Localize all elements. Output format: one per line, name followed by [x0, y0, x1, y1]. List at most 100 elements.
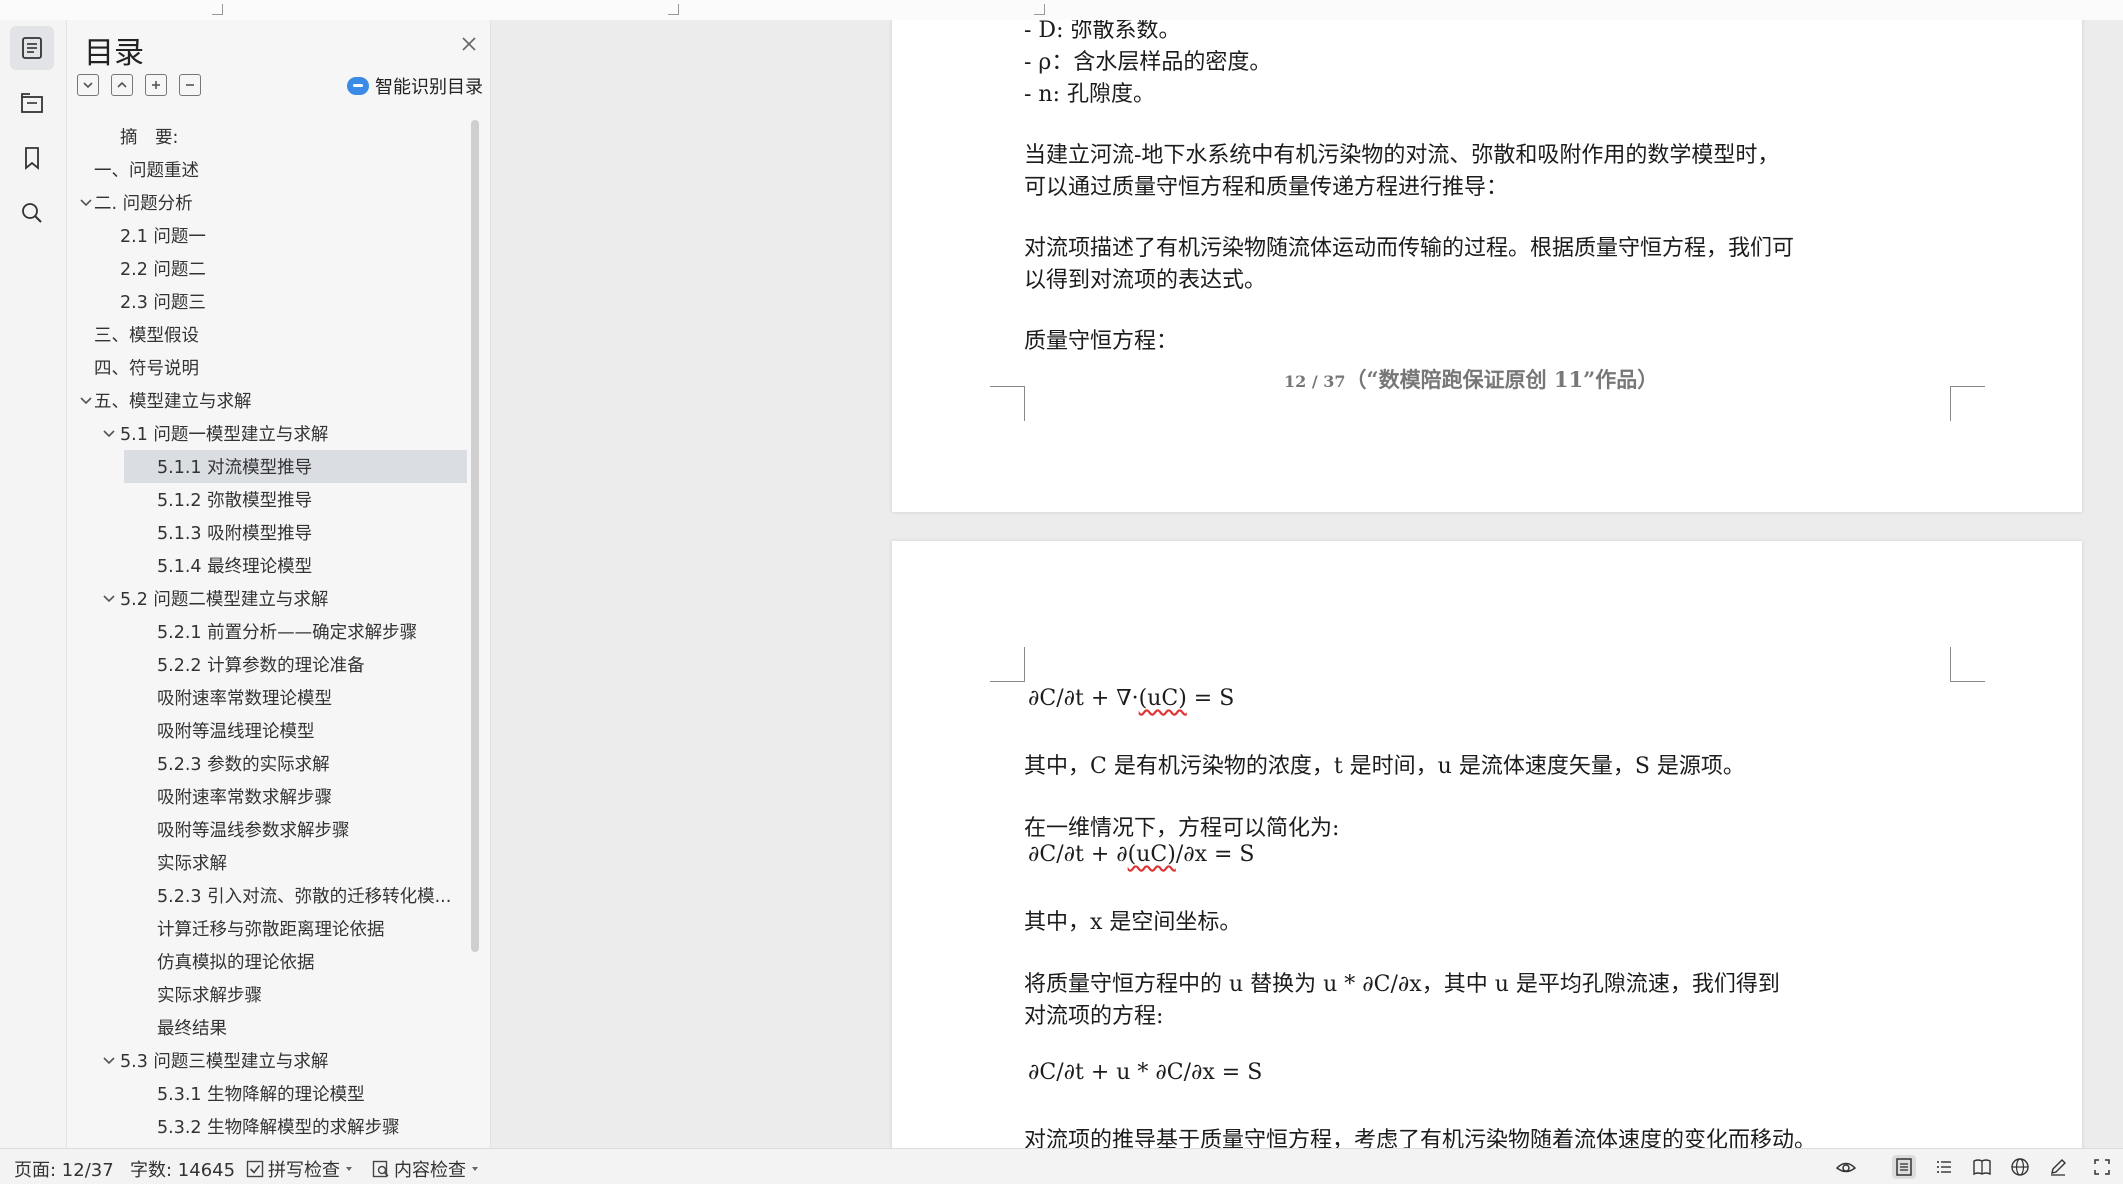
- chevron-down-icon[interactable]: [78, 393, 94, 409]
- doc-line: 质量守恒方程：: [1024, 329, 1179, 354]
- bookmark-panel-button[interactable]: [10, 136, 54, 180]
- collapse-all-button[interactable]: [111, 74, 133, 96]
- doc-line: 可以通过质量守恒方程和质量传递方程进行推导：: [1024, 175, 1509, 200]
- chevron-down-icon[interactable]: [101, 426, 117, 442]
- page-corner-mark: [1950, 386, 1985, 421]
- toc-item[interactable]: 吸附等温线参数求解步骤: [67, 813, 467, 846]
- write-mode-button[interactable]: [2046, 1155, 2070, 1179]
- page-corner-mark: [990, 647, 1025, 682]
- plus-icon: [152, 81, 160, 89]
- document-page-12: - D: 弥散系数。 - ρ：含水层样品的密度。 - n: 孔隙度。 当建立河流…: [892, 20, 2082, 512]
- book-icon: [1973, 1159, 1991, 1176]
- toc-item[interactable]: 吸附速率常数理论模型: [67, 681, 467, 714]
- page-indicator[interactable]: 页面: 12/37: [14, 1156, 114, 1182]
- toc-panel-button[interactable]: [10, 26, 54, 70]
- toc-item[interactable]: 仿真模拟的理论依据: [67, 945, 467, 978]
- folder-tree-icon: [21, 93, 43, 113]
- toc-item[interactable]: 5.2.2 计算参数的理论准备: [67, 648, 467, 681]
- search-panel-button[interactable]: [10, 191, 54, 235]
- toc-item-label: 吸附等温线参数求解步骤: [157, 821, 350, 841]
- word-count[interactable]: 字数: 14645: [130, 1156, 235, 1182]
- eye-icon: [1835, 1162, 1857, 1173]
- toc-item-label: 实际求解: [157, 854, 227, 874]
- toc-item[interactable]: 2.1 问题一: [67, 219, 467, 252]
- toc-list: 摘 要: 一、问题重述二. 问题分析 2.1 问题一 2.2 问题二 2.3 问题三 三、…: [67, 120, 467, 1143]
- chevron-down-icon[interactable]: [101, 1053, 117, 1069]
- equation-line: ∂C/∂t + u * ∂C/∂x = S: [1028, 1060, 1263, 1085]
- toc-item[interactable]: 5.1.4 最终理论模型: [67, 549, 467, 582]
- toc-item[interactable]: 吸附等温线理论模型: [67, 714, 467, 747]
- toc-item[interactable]: 实际求解步骤: [67, 978, 467, 1011]
- toc-item[interactable]: 5.2.1 前置分析——确定求解步骤: [67, 615, 467, 648]
- toc-item[interactable]: 一、问题重述: [67, 153, 467, 186]
- toc-item-label: 5.3.2 生物降解模型的求解步骤: [157, 1118, 400, 1138]
- web-view-button[interactable]: [2008, 1155, 2032, 1179]
- checkbox-checked-icon: [246, 1160, 264, 1178]
- footer-page-number: 12 / 37: [1284, 372, 1346, 391]
- toc-title: 目录: [84, 36, 144, 71]
- eye-protection-button[interactable]: [1834, 1155, 1858, 1179]
- toc-item[interactable]: 5.1.3 吸附模型推导: [67, 516, 467, 549]
- chevron-down-icon[interactable]: [78, 195, 94, 211]
- doc-line: - ρ：含水层样品的密度。: [1024, 50, 1272, 75]
- toc-scrollbar[interactable]: [471, 120, 479, 952]
- toc-item[interactable]: 5.2.3 参数的实际求解: [67, 747, 467, 780]
- toc-item-label: 2.1 问题一: [120, 227, 206, 247]
- toc-item[interactable]: 2.3 问题三: [67, 285, 467, 318]
- toc-item[interactable]: 最终结果: [67, 1011, 467, 1044]
- toc-icon: [22, 37, 42, 59]
- spell-check-button[interactable]: 拼写检查: [246, 1156, 354, 1182]
- remove-heading-button[interactable]: [179, 74, 201, 96]
- smart-toc-button[interactable]: 智能识别目录: [347, 72, 483, 100]
- toc-item[interactable]: 三、模型假设: [67, 318, 467, 351]
- smart-toc-label: 智能识别目录: [375, 77, 483, 98]
- fit-page-button[interactable]: [2090, 1155, 2114, 1179]
- toc-item[interactable]: 5.3.1 生物降解的理论模型: [67, 1077, 467, 1110]
- ruler-marker: [1034, 4, 1045, 15]
- equation-part: /∂x = S: [1175, 842, 1255, 867]
- equation-part: ∂C/∂t + ∂: [1028, 842, 1128, 867]
- toc-item-label: 二. 问题分析: [94, 194, 193, 214]
- toc-item[interactable]: 5.2 问题二模型建立与求解: [67, 582, 467, 615]
- close-icon[interactable]: [459, 34, 479, 54]
- outline-view-button[interactable]: [1932, 1155, 1956, 1179]
- toc-item[interactable]: 五、模型建立与求解: [67, 384, 467, 417]
- toc-item[interactable]: 摘 要:: [67, 120, 467, 153]
- page-corner-mark: [990, 386, 1025, 421]
- toc-item-label: 5.1 问题一模型建立与求解: [120, 425, 329, 445]
- toc-item[interactable]: 实际求解: [67, 846, 467, 879]
- toc-item[interactable]: 5.1.1 对流模型推导: [124, 450, 467, 483]
- toc-item-label: 吸附速率常数求解步骤: [157, 788, 332, 808]
- content-check-button[interactable]: 内容检查: [372, 1156, 480, 1182]
- doc-line: - D: 弥散系数。: [1024, 20, 1181, 43]
- toc-toolbar: [77, 74, 201, 98]
- fit-screen-icon: [2094, 1159, 2110, 1175]
- toc-panel: 目录 智能识别目录 摘 要: 一、问题重述二. 问题分析 2.1 问题一 2.2 问题…: [67, 20, 491, 1148]
- toc-item[interactable]: 5.2.3 引入对流、弥散的迁移转化模...: [67, 879, 467, 912]
- toc-item[interactable]: 二. 问题分析: [67, 186, 467, 219]
- doc-line: - n: 孔隙度。: [1024, 82, 1156, 107]
- toc-item[interactable]: 5.1.2 弥散模型推导: [67, 483, 467, 516]
- toc-item-label: 最终结果: [157, 1019, 227, 1039]
- document-page-13: ∂C/∂t + ∇·(uC) = S 其中，C 是有机污染物的浓度，t 是时间，…: [892, 541, 2082, 1148]
- toc-item-label: 5.2.2 计算参数的理论准备: [157, 656, 365, 676]
- toc-item-label: 5.2.1 前置分析——确定求解步骤: [157, 623, 418, 643]
- left-icon-rail: [0, 20, 67, 1148]
- reading-view-button[interactable]: [1970, 1155, 1994, 1179]
- toc-item[interactable]: 5.3.2 生物降解模型的求解步骤: [67, 1110, 467, 1143]
- minus-icon: [186, 84, 194, 86]
- add-heading-button[interactable]: [145, 74, 167, 96]
- expand-all-button[interactable]: [77, 74, 99, 96]
- ruler-marker: [668, 4, 679, 15]
- toc-item[interactable]: 2.2 问题二: [67, 252, 467, 285]
- content-check-label: 内容检查: [394, 1160, 466, 1181]
- navigation-panel-button[interactable]: [10, 81, 54, 125]
- toc-item[interactable]: 5.3 问题三模型建立与求解: [67, 1044, 467, 1077]
- toc-item[interactable]: 吸附速率常数求解步骤: [67, 780, 467, 813]
- page-view-button[interactable]: [1892, 1155, 1916, 1179]
- toc-item[interactable]: 计算迁移与弥散距离理论依据: [67, 912, 467, 945]
- toc-item[interactable]: 5.1 问题一模型建立与求解: [67, 417, 467, 450]
- toc-item[interactable]: 四、符号说明: [67, 351, 467, 384]
- chevron-down-icon[interactable]: [101, 591, 117, 607]
- toc-item-label: 5.2.3 引入对流、弥散的迁移转化模...: [157, 887, 452, 907]
